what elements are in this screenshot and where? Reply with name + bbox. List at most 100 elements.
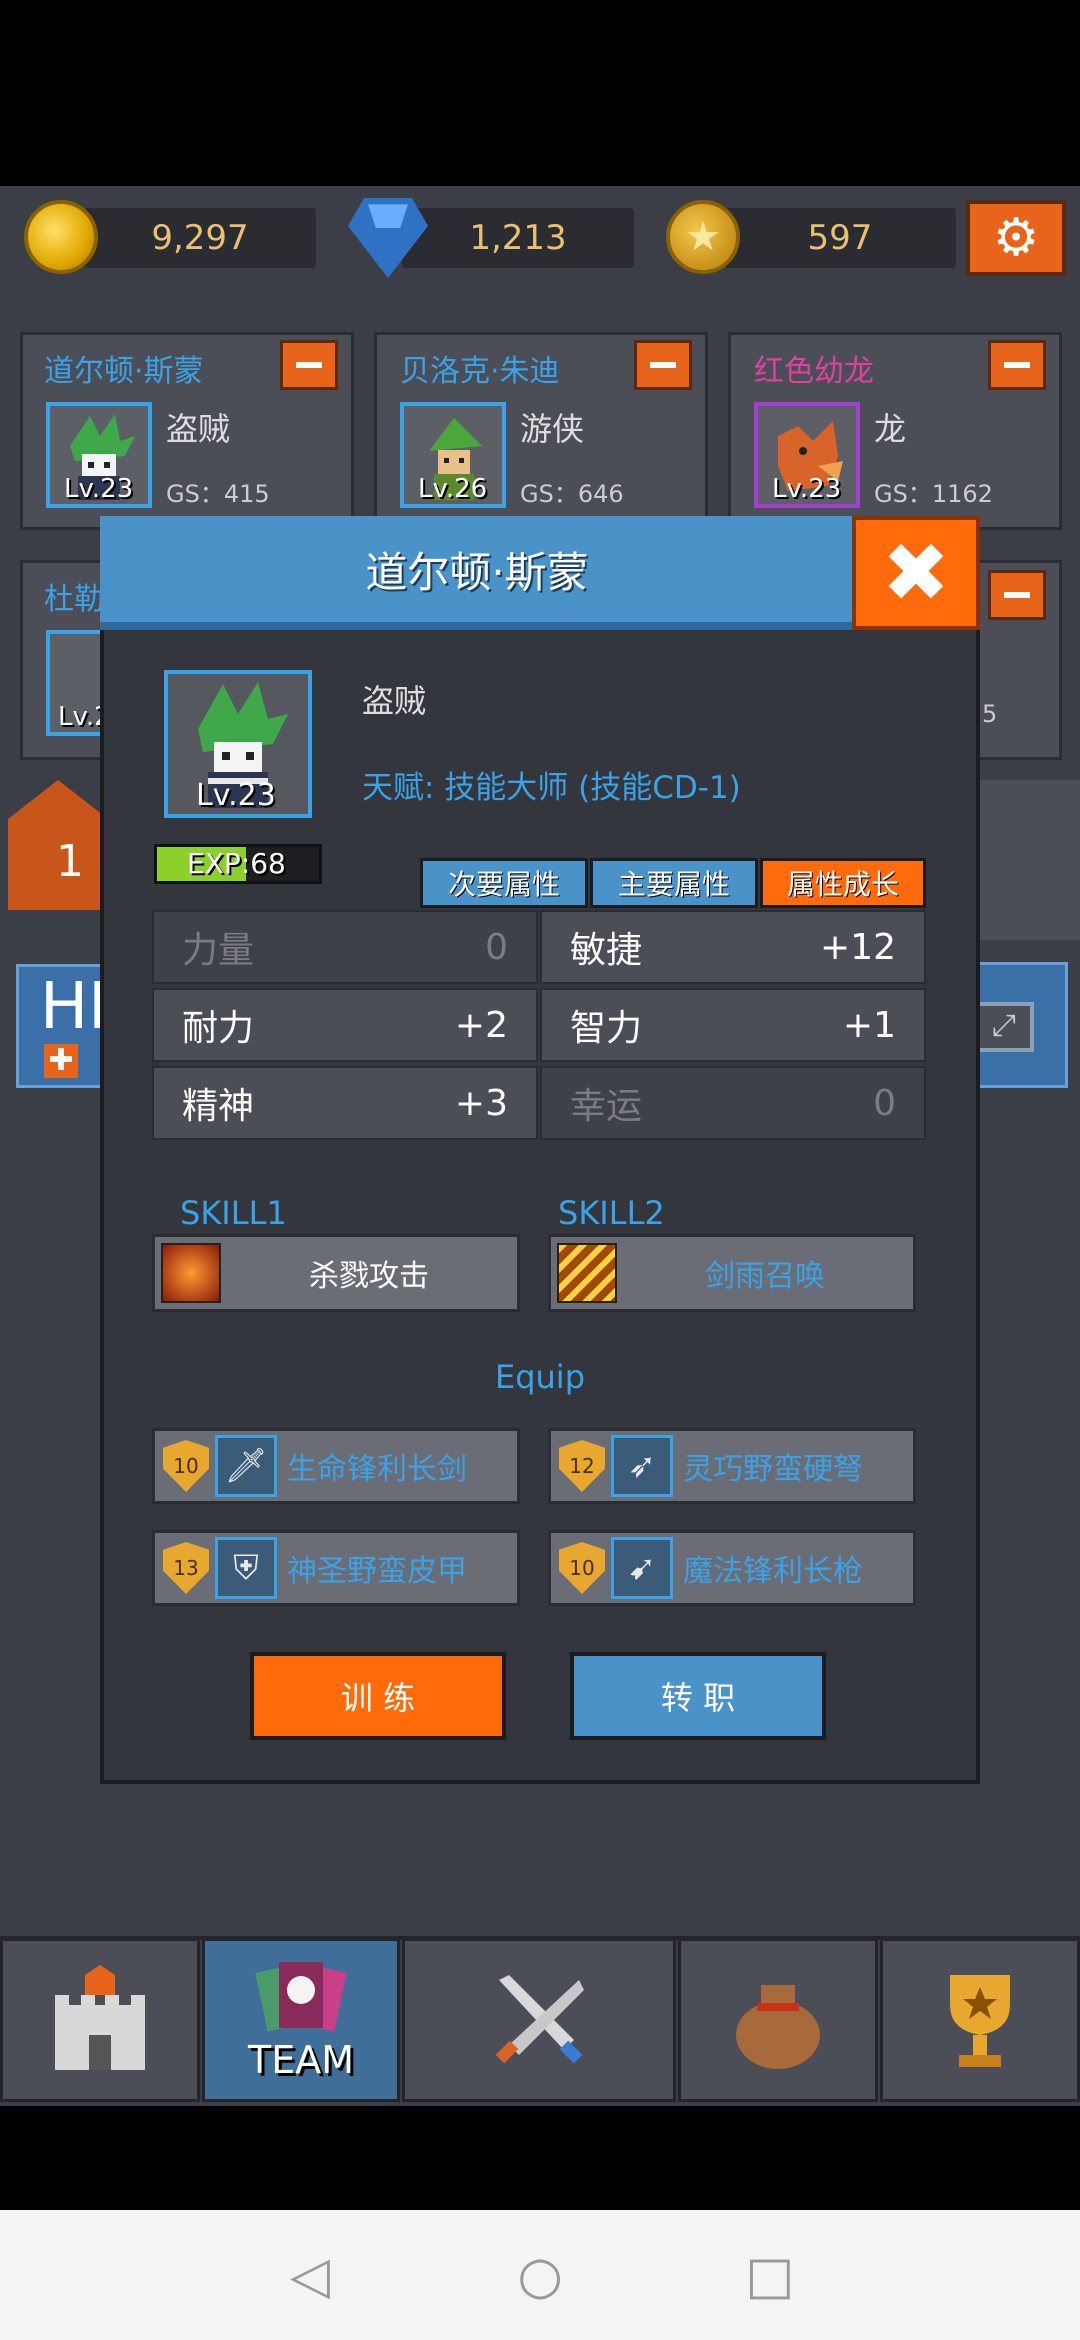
back-icon[interactable]: ◁	[280, 2246, 340, 2306]
hero-level: Lv.26	[418, 474, 488, 504]
skill2-slot[interactable]: 剑雨召唤	[548, 1234, 916, 1312]
stat-value: +2	[454, 1004, 508, 1046]
gem-value: 1,213	[469, 218, 567, 258]
skill1-name: 杀戮攻击	[309, 1259, 429, 1294]
remove-member-button[interactable]	[280, 340, 338, 390]
skill2-name: 剑雨召唤	[705, 1259, 825, 1294]
stat-value: +3	[454, 1082, 508, 1124]
chart-icon[interactable]: ⤢	[974, 1002, 1034, 1052]
remove-member-button[interactable]	[634, 340, 692, 390]
stat-name: 智力	[570, 1008, 643, 1049]
recents-icon[interactable]: □	[740, 2246, 800, 2306]
nav-battle[interactable]	[402, 1938, 676, 2102]
team-icon	[255, 1962, 347, 2032]
skill1-label: SKILL1	[180, 1194, 287, 1232]
minus-icon	[1004, 592, 1030, 598]
remove-member-button[interactable]	[988, 340, 1046, 390]
spear-icon: ➹	[611, 1537, 673, 1599]
stat-name: 敏捷	[570, 930, 643, 971]
sword-rain-icon	[557, 1243, 617, 1303]
gold-coin-icon	[24, 200, 98, 274]
exp-text: EXP:68	[187, 847, 286, 880]
equip-slot[interactable]: 10 ➹ 魔法锋利长枪	[548, 1530, 916, 1606]
stat-value: +1	[842, 1004, 896, 1046]
stat-cell: 幸运 0	[540, 1066, 926, 1140]
equip-slot[interactable]: 10 🗡 生命锋利长剑	[152, 1428, 520, 1504]
plus-icon[interactable]: ✚	[44, 1044, 78, 1078]
nav-trophy[interactable]	[880, 1938, 1080, 2102]
item-level-shield-icon: 10	[559, 1542, 605, 1594]
equip-name: 神圣野蛮皮甲	[287, 1554, 467, 1589]
equip-slot[interactable]: 13 ⛨ 神圣野蛮皮甲	[152, 1530, 520, 1606]
item-level-shield-icon: 10	[163, 1440, 209, 1492]
side-panel	[976, 780, 1080, 940]
status-bar-area	[0, 0, 1080, 186]
stat-value: 0	[485, 926, 508, 968]
team-card-name: 红色幼龙	[754, 354, 874, 389]
castle-icon	[55, 1965, 145, 2070]
equip-name: 魔法锋利长枪	[683, 1554, 863, 1589]
gear-score: GS：1162	[874, 480, 993, 508]
train-button[interactable]: 训 练	[250, 1652, 506, 1740]
stat-value: +12	[820, 926, 896, 968]
home-icon[interactable]: ○	[510, 2246, 570, 2306]
gear-icon: ⚙	[992, 208, 1040, 268]
crossbow-icon: ➶	[611, 1435, 673, 1497]
hero-talent: 天赋: 技能大师 (技能CD-1)	[362, 770, 741, 806]
equip-slot[interactable]: 12 ➶ 灵巧野蛮硬弩	[548, 1428, 916, 1504]
item-level-shield-icon: 12	[559, 1440, 605, 1492]
minus-icon	[650, 362, 676, 368]
equip-label: Equip	[494, 1358, 585, 1396]
team-card-name: 杜勒	[44, 582, 104, 617]
team-label: TEAM	[247, 2038, 354, 2082]
stat-name: 耐力	[182, 1008, 255, 1049]
stat-name: 力量	[182, 930, 255, 971]
nav-inventory[interactable]	[678, 1938, 878, 2102]
stat-cell: 力量 0	[152, 910, 538, 984]
stat-cell: 敏捷 +12	[540, 910, 926, 984]
team-slot-number: 1	[56, 836, 84, 887]
star-value: 597	[807, 218, 873, 258]
stat-cell: 精神 +3	[152, 1066, 538, 1140]
crossed-swords-icon	[495, 1975, 584, 2064]
hero-class: 游侠	[520, 410, 585, 448]
skill1-slot[interactable]: 杀戮攻击	[152, 1234, 520, 1312]
gold-value: 9,297	[151, 218, 249, 258]
settings-button[interactable]: ⚙	[966, 200, 1066, 276]
hero-level: Lv.23	[64, 474, 134, 504]
modal-title: 道尔顿·斯蒙	[365, 547, 589, 597]
gold-counter: 9,297	[84, 208, 316, 268]
tab-primary-attributes[interactable]: 主要属性	[590, 858, 758, 908]
close-button[interactable]: ✖	[852, 516, 980, 630]
hero-level: Lv.23	[772, 474, 842, 504]
tab-attribute-growth[interactable]: 属性成长	[760, 858, 926, 908]
item-level-shield-icon: 13	[163, 1542, 209, 1594]
skill2-label: SKILL2	[558, 1194, 665, 1232]
hero-class: 盗贼	[166, 410, 231, 448]
minus-icon	[1004, 362, 1030, 368]
team-card-name: 道尔顿·斯蒙	[44, 354, 204, 389]
stat-cell: 耐力 +2	[152, 988, 538, 1062]
class-change-button[interactable]: 转 职	[570, 1652, 826, 1740]
gem-counter: 1,213	[402, 208, 634, 268]
tab-secondary-attributes[interactable]: 次要属性	[420, 858, 588, 908]
stat-name: 精神	[182, 1086, 255, 1127]
sword-icon: 🗡	[215, 1435, 277, 1497]
slaughter-attack-icon	[161, 1243, 221, 1303]
close-icon: ✖	[881, 525, 951, 621]
hero-level: Lv.23	[196, 778, 276, 813]
nav-team[interactable]: TEAM	[202, 1938, 400, 2102]
armor-icon: ⛨	[215, 1537, 277, 1599]
star-coin-icon: ★	[666, 200, 740, 274]
nav-castle[interactable]	[0, 1938, 200, 2102]
stat-name: 幸运	[570, 1086, 643, 1127]
star-counter: 597	[724, 208, 956, 268]
team-card-name: 贝洛克·朱迪	[400, 354, 560, 389]
stat-cell: 智力 +1	[540, 988, 926, 1062]
minus-icon	[296, 362, 322, 368]
gear-score: GS：646	[520, 480, 624, 508]
gear-score: GS：415	[166, 480, 270, 508]
remove-member-button[interactable]	[988, 570, 1046, 620]
exp-bar: EXP:68	[154, 844, 322, 884]
modal-header: 道尔顿·斯蒙	[100, 516, 854, 630]
